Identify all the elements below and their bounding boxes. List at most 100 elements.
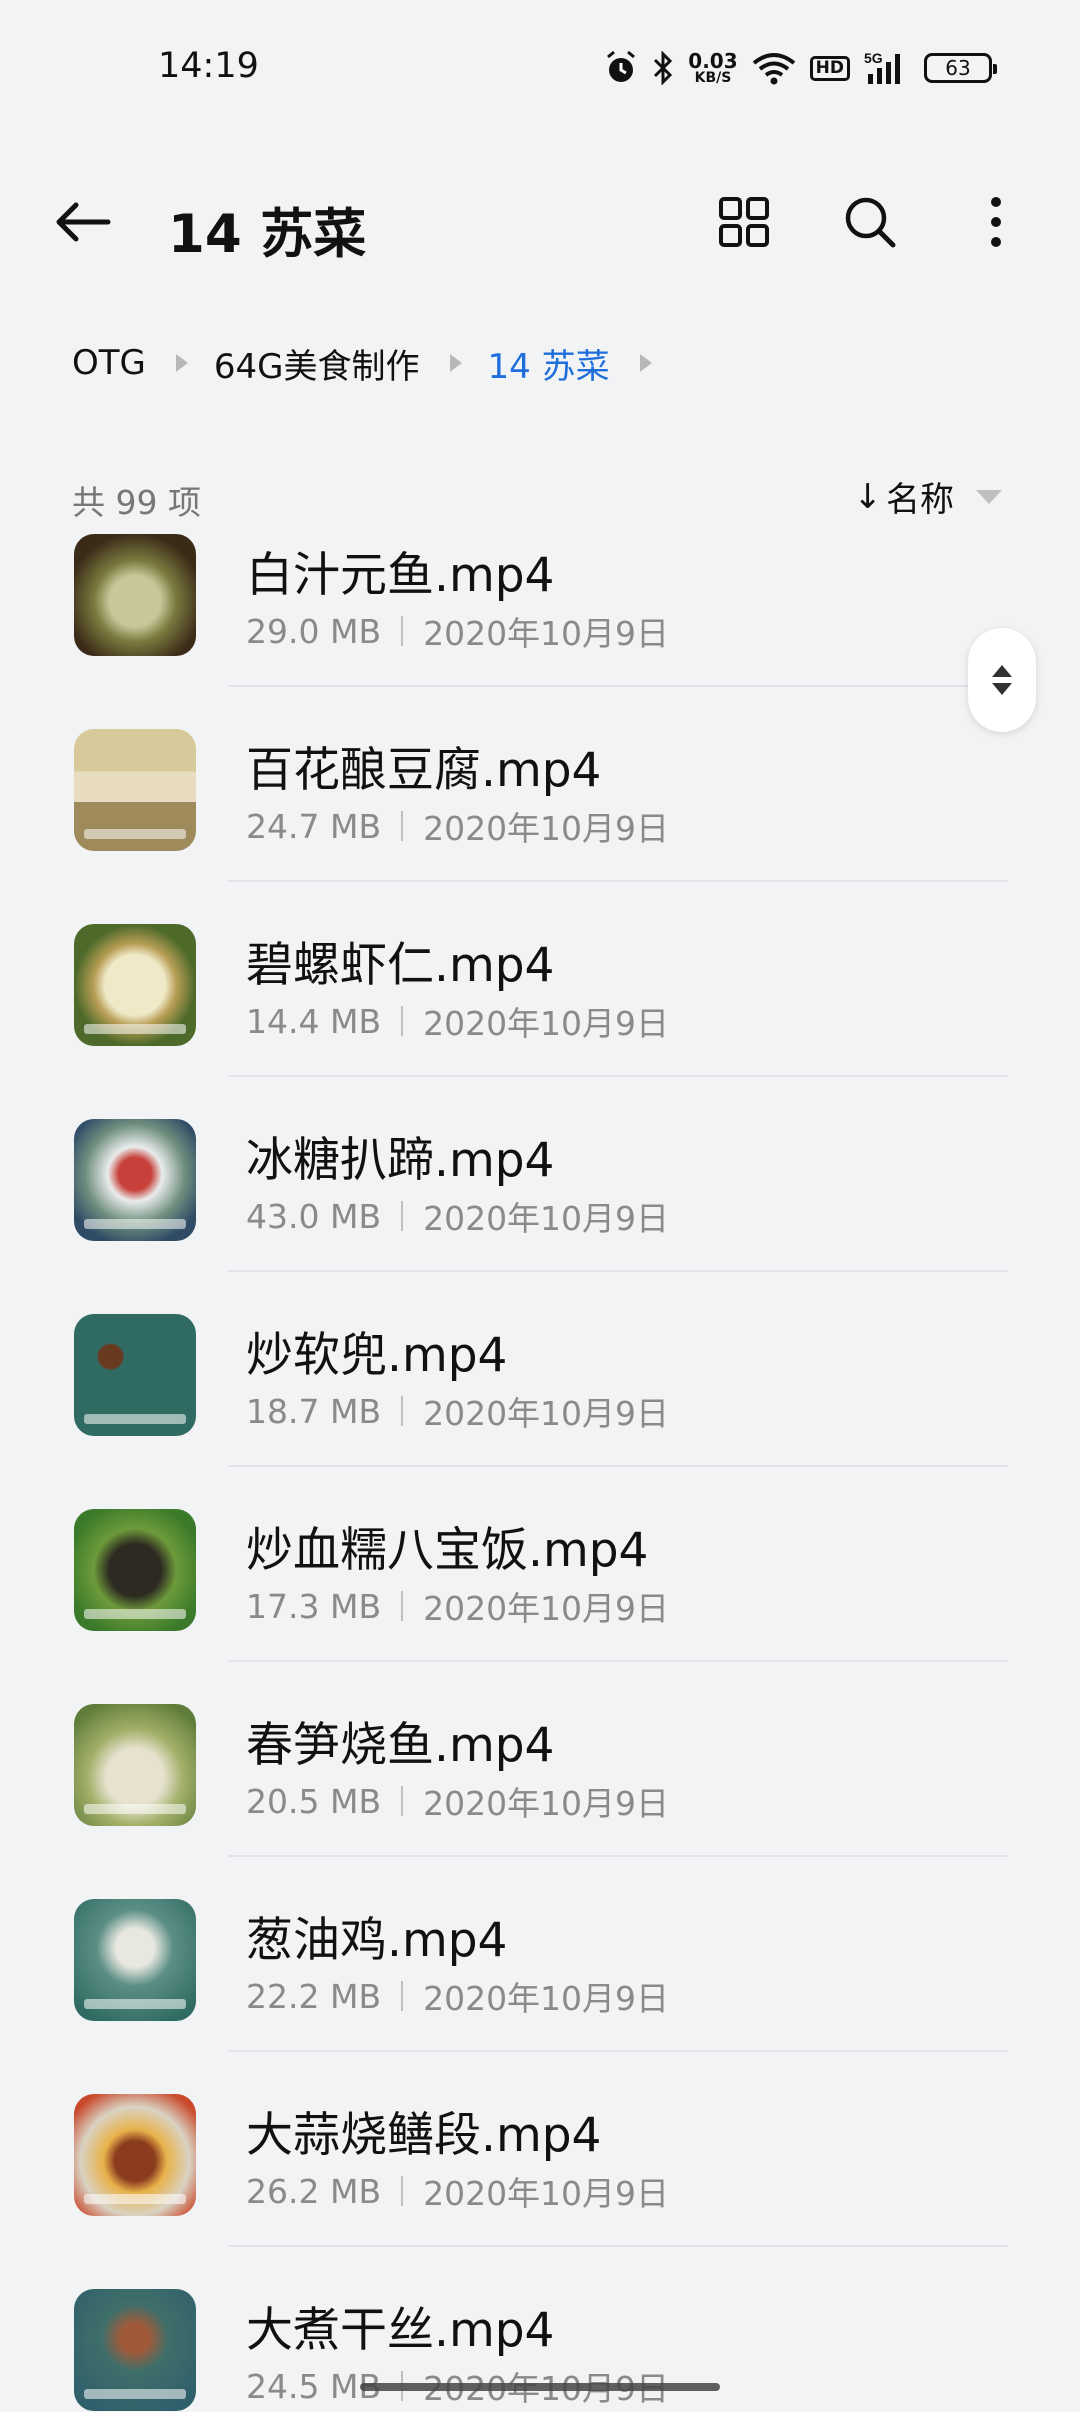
- grid-view-button[interactable]: [710, 188, 778, 256]
- item-count: 共 99 项: [72, 483, 201, 522]
- chevron-right-icon: [170, 338, 194, 388]
- meta-divider: [401, 1591, 404, 1621]
- file-name: 炒血糯八宝饭.mp4: [246, 1523, 649, 1578]
- meta-divider: [401, 616, 404, 646]
- row-divider: [228, 1660, 1008, 1662]
- file-meta: 26.2 MB 2020年10月9日: [246, 2167, 669, 2215]
- list-item[interactable]: 炒软兜.mp4 18.7 MB 2020年10月9日: [0, 1304, 1080, 1499]
- fast-scroll-handle[interactable]: [968, 628, 1036, 732]
- video-thumbnail: [74, 1119, 196, 1241]
- list-item[interactable]: 冰糖扒蹄.mp4 43.0 MB 2020年10月9日: [0, 1109, 1080, 1304]
- meta-divider: [401, 811, 404, 841]
- file-name: 百花酿豆腐.mp4: [246, 743, 602, 798]
- file-meta: 24.7 MB 2020年10月9日: [246, 802, 669, 850]
- row-divider: [228, 685, 1008, 687]
- file-name: 春笋烧鱼.mp4: [246, 1718, 555, 1773]
- row-divider: [228, 1075, 1008, 1077]
- file-date: 2020年10月9日: [423, 1589, 670, 1628]
- row-divider: [228, 2245, 1008, 2247]
- list-item[interactable]: 春笋烧鱼.mp4 20.5 MB 2020年10月9日: [0, 1694, 1080, 1889]
- list-header: 共 99 项 ↓ 名称: [72, 470, 1002, 522]
- search-button[interactable]: [836, 188, 904, 256]
- video-thumbnail: [74, 1899, 196, 2021]
- list-item[interactable]: 葱油鸡.mp4 22.2 MB 2020年10月9日: [0, 1889, 1080, 2084]
- net-speed: 0.03 KB/S: [688, 51, 737, 85]
- video-thumbnail: [74, 2289, 196, 2411]
- file-meta: 29.0 MB 2020年10月9日: [246, 607, 669, 655]
- breadcrumb-item-current[interactable]: 14 苏菜: [488, 339, 610, 388]
- hd-badge: HD: [809, 55, 850, 81]
- more-options-button[interactable]: [962, 188, 1030, 256]
- file-name: 白汁元鱼.mp4: [246, 548, 555, 603]
- battery-level: 63: [945, 56, 971, 80]
- meta-divider: [401, 1396, 404, 1426]
- chevron-right-icon: [444, 338, 468, 388]
- file-name: 大蒜烧鳝段.mp4: [246, 2108, 602, 2163]
- file-date: 2020年10月9日: [423, 809, 670, 848]
- file-meta: 22.2 MB 2020年10月9日: [246, 1972, 669, 2020]
- status-bar: 14:19 0.03 KB/S HD 5G 63: [0, 0, 1080, 140]
- file-size: 17.3 MB: [246, 1586, 382, 1626]
- sort-label: 名称: [886, 480, 954, 520]
- wifi-icon: [752, 51, 796, 85]
- list-item[interactable]: 碧螺虾仁.mp4 14.4 MB 2020年10月9日: [0, 914, 1080, 1109]
- file-size: 22.2 MB: [246, 1976, 382, 2016]
- file-name: 冰糖扒蹄.mp4: [246, 1133, 555, 1188]
- file-size: 18.7 MB: [246, 1391, 382, 1431]
- video-thumbnail: [74, 1704, 196, 1826]
- file-date: 2020年10月9日: [423, 1979, 670, 2018]
- more-vertical-icon: [991, 197, 1001, 247]
- file-name: 碧螺虾仁.mp4: [246, 938, 555, 993]
- file-meta: 17.3 MB 2020年10月9日: [246, 1582, 669, 1630]
- list-item[interactable]: 大煮干丝.mp4 24.5 MB2020年10月9日: [0, 2279, 1080, 2412]
- list-item[interactable]: 白汁元鱼.mp4 29.0 MB 2020年10月9日: [0, 530, 1080, 719]
- net-speed-value: 0.03: [688, 49, 738, 73]
- file-size: 43.0 MB: [246, 1196, 382, 1236]
- video-thumbnail: [74, 729, 196, 851]
- back-button[interactable]: [48, 190, 118, 254]
- svg-text:5G: 5G: [864, 50, 883, 66]
- list-item[interactable]: 大蒜烧鳝段.mp4 26.2 MB 2020年10月9日: [0, 2084, 1080, 2279]
- file-meta: 14.4 MB 2020年10月9日: [246, 997, 669, 1045]
- page-title: 14 苏菜: [168, 204, 367, 265]
- file-size: 29.0 MB: [246, 611, 382, 651]
- row-divider: [228, 2050, 1008, 2052]
- file-name: 炒软兜.mp4: [246, 1328, 508, 1383]
- alarm-icon: [604, 50, 638, 86]
- file-size: 26.2 MB: [246, 2171, 382, 2211]
- gesture-nav-bar[interactable]: [360, 2383, 720, 2391]
- file-size: 24.7 MB: [246, 806, 382, 846]
- file-date: 2020年10月9日: [423, 1004, 670, 1043]
- file-meta: 43.0 MB 2020年10月9日: [246, 1192, 669, 1240]
- file-date: 2020年10月9日: [423, 2174, 670, 2213]
- video-thumbnail: [74, 1509, 196, 1631]
- scroll-down-icon: [992, 683, 1012, 695]
- meta-divider: [401, 1006, 404, 1036]
- battery-indicator: 63: [924, 53, 997, 83]
- breadcrumb-item-64g[interactable]: 64G美食制作: [214, 339, 420, 388]
- file-size: 20.5 MB: [246, 1781, 382, 1821]
- video-thumbnail: [74, 924, 196, 1046]
- status-time: 14:19: [158, 46, 259, 86]
- bluetooth-icon: [652, 51, 674, 85]
- file-date: 2020年10月9日: [423, 1394, 670, 1433]
- meta-divider: [401, 1786, 404, 1816]
- list-item[interactable]: 炒血糯八宝饭.mp4 17.3 MB 2020年10月9日: [0, 1499, 1080, 1694]
- breadcrumb-item-otg[interactable]: OTG: [72, 343, 146, 383]
- video-thumbnail: [74, 534, 196, 656]
- meta-divider: [401, 1981, 404, 2011]
- row-divider: [228, 880, 1008, 882]
- meta-divider: [401, 1201, 404, 1231]
- list-item[interactable]: 百花酿豆腐.mp4 24.7 MB 2020年10月9日: [0, 719, 1080, 914]
- net-speed-unit: KB/S: [694, 70, 732, 86]
- sort-button[interactable]: ↓ 名称: [853, 472, 1002, 521]
- file-size: 14.4 MB: [246, 1001, 382, 1041]
- breadcrumb: OTG 64G美食制作 14 苏菜: [72, 338, 678, 388]
- file-meta: 18.7 MB 2020年10月9日: [246, 1387, 669, 1435]
- row-divider: [228, 1465, 1008, 1467]
- file-meta: 20.5 MB 2020年10月9日: [246, 1777, 669, 1825]
- sort-direction-icon: ↓: [853, 476, 883, 517]
- file-date: 2020年10月9日: [423, 614, 670, 653]
- signal-icon: 5G: [864, 50, 910, 86]
- file-list: 白汁元鱼.mp4 29.0 MB 2020年10月9日 百花酿豆腐.mp4 24.…: [0, 530, 1080, 2412]
